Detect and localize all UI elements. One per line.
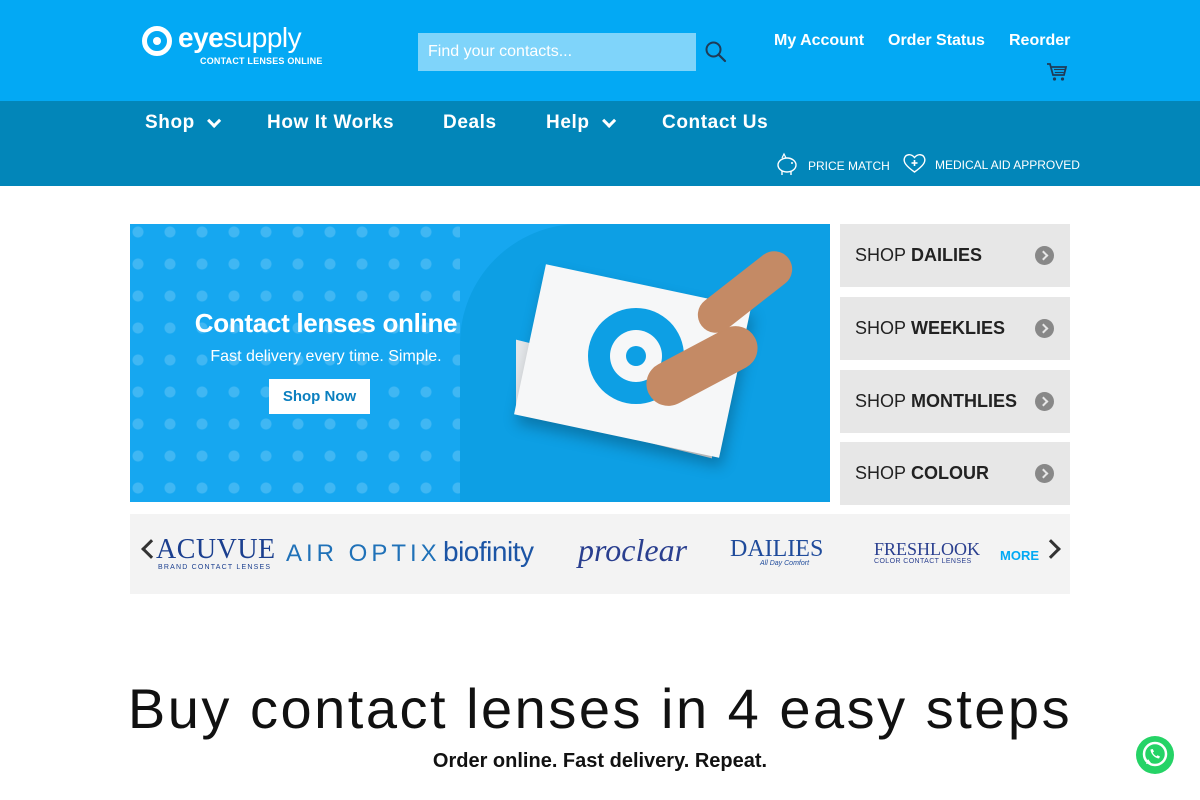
brand-proclear[interactable]: proclear <box>578 532 687 569</box>
hero-subtitle: Fast delivery every time. Simple. <box>210 348 442 365</box>
brand-freshlook[interactable]: FRESHLOOK COLOR CONTACT LENSES <box>874 540 980 565</box>
nav-how-it-works-label: How It Works <box>267 112 395 133</box>
hero-title: Contact lenses online <box>194 308 458 338</box>
medical-aid-label: MEDICAL AID APPROVED <box>935 157 1080 172</box>
nav-contact-us-label: Contact Us <box>662 112 769 133</box>
order-status-link[interactable]: Order Status <box>888 32 985 50</box>
price-match-badge[interactable]: PRICE MATCH <box>775 152 890 179</box>
shop-dailies-button[interactable]: SHOP DAILIES <box>840 224 1070 287</box>
nav-deals[interactable]: Deals <box>443 112 497 134</box>
nav-deals-label: Deals <box>443 112 497 133</box>
shop-monthlies-button[interactable]: SHOP MONTHLIES <box>840 370 1070 433</box>
nav-shop[interactable]: Shop <box>145 112 222 134</box>
nav-help[interactable]: Help <box>546 112 616 134</box>
logo-text: eyesupply <box>178 22 302 53</box>
shop-weeklies-button[interactable]: SHOP WEEKLIES <box>840 297 1070 360</box>
shop-prefix: SHOP <box>855 463 907 483</box>
brand-biofinity[interactable]: biofinity <box>443 536 534 568</box>
logo[interactable]: eyesupply CONTACT LENSES ONLINE <box>142 22 332 70</box>
shop-prefix: SHOP <box>855 245 907 265</box>
more-brands-link[interactable]: MORE <box>1000 548 1039 563</box>
section-subheading: Order online. Fast delivery. Repeat. <box>432 750 768 772</box>
medical-aid-badge[interactable]: MEDICAL AID APPROVED <box>902 152 1080 177</box>
chevron-right-icon <box>1035 392 1054 411</box>
chevron-right-icon <box>1035 464 1054 483</box>
reorder-link[interactable]: Reorder <box>1009 32 1070 50</box>
heart-plus-icon <box>902 152 927 177</box>
section-heading: Buy contact lenses in 4 easy steps <box>127 677 1073 740</box>
brand-dailies-name: DAILIES <box>730 536 824 562</box>
nav-how-it-works[interactable]: How It Works <box>267 112 394 134</box>
brand-air-optix[interactable]: AIR OPTIX <box>286 540 441 568</box>
shop-colour-button[interactable]: SHOP COLOUR <box>840 442 1070 505</box>
brand-acuvue-name: ACUVUE <box>156 534 276 565</box>
logo-eye-icon <box>142 26 172 56</box>
shop-category-label: DAILIES <box>911 245 983 265</box>
whatsapp-icon <box>1142 741 1168 767</box>
brand-biofinity-name: biofinity <box>443 536 534 567</box>
shop-prefix: SHOP <box>855 318 907 338</box>
brand-carousel: ACUVUE BRAND CONTACT LENSES AIR OPTIX bi… <box>130 514 1070 594</box>
shop-category-label: COLOUR <box>911 463 990 483</box>
chevron-right-icon <box>1035 319 1054 338</box>
nav-help-label: Help <box>546 112 590 133</box>
shop-category-label: MONTHLIES <box>911 391 1018 411</box>
whatsapp-chat-button[interactable] <box>1136 736 1174 774</box>
logo-tagline: CONTACT LENSES ONLINE <box>200 56 323 66</box>
brand-acuvue-sub: BRAND CONTACT LENSES <box>158 564 272 571</box>
nav-contact-us[interactable]: Contact Us <box>662 112 768 134</box>
brand-freshlook-name: FRESHLOOK <box>874 539 981 559</box>
price-match-label: PRICE MATCH <box>808 158 890 173</box>
brand-air-optix-name: AIR OPTIX <box>286 540 441 567</box>
hero-banner[interactable]: Contact lenses online Fast delivery ever… <box>130 224 830 502</box>
chevron-right-icon[interactable] <box>1041 539 1061 559</box>
nav-shop-label: Shop <box>145 112 195 133</box>
brand-freshlook-sub: COLOR CONTACT LENSES <box>874 558 972 565</box>
search-icon[interactable] <box>704 40 728 64</box>
search-input[interactable] <box>418 33 696 71</box>
my-account-link[interactable]: My Account <box>774 32 864 50</box>
shop-prefix: SHOP <box>855 391 907 411</box>
brand-acuvue[interactable]: ACUVUE BRAND CONTACT LENSES <box>156 534 276 572</box>
piggy-bank-icon <box>775 152 800 179</box>
brand-dailies[interactable]: DAILIES All Day Comfort <box>730 536 824 567</box>
shop-now-button[interactable]: Shop Now <box>269 379 370 414</box>
cart-icon[interactable] <box>1046 62 1068 82</box>
chevron-right-icon <box>1035 246 1054 265</box>
shop-category-label: WEEKLIES <box>911 318 1006 338</box>
brand-proclear-name: proclear <box>578 532 688 568</box>
